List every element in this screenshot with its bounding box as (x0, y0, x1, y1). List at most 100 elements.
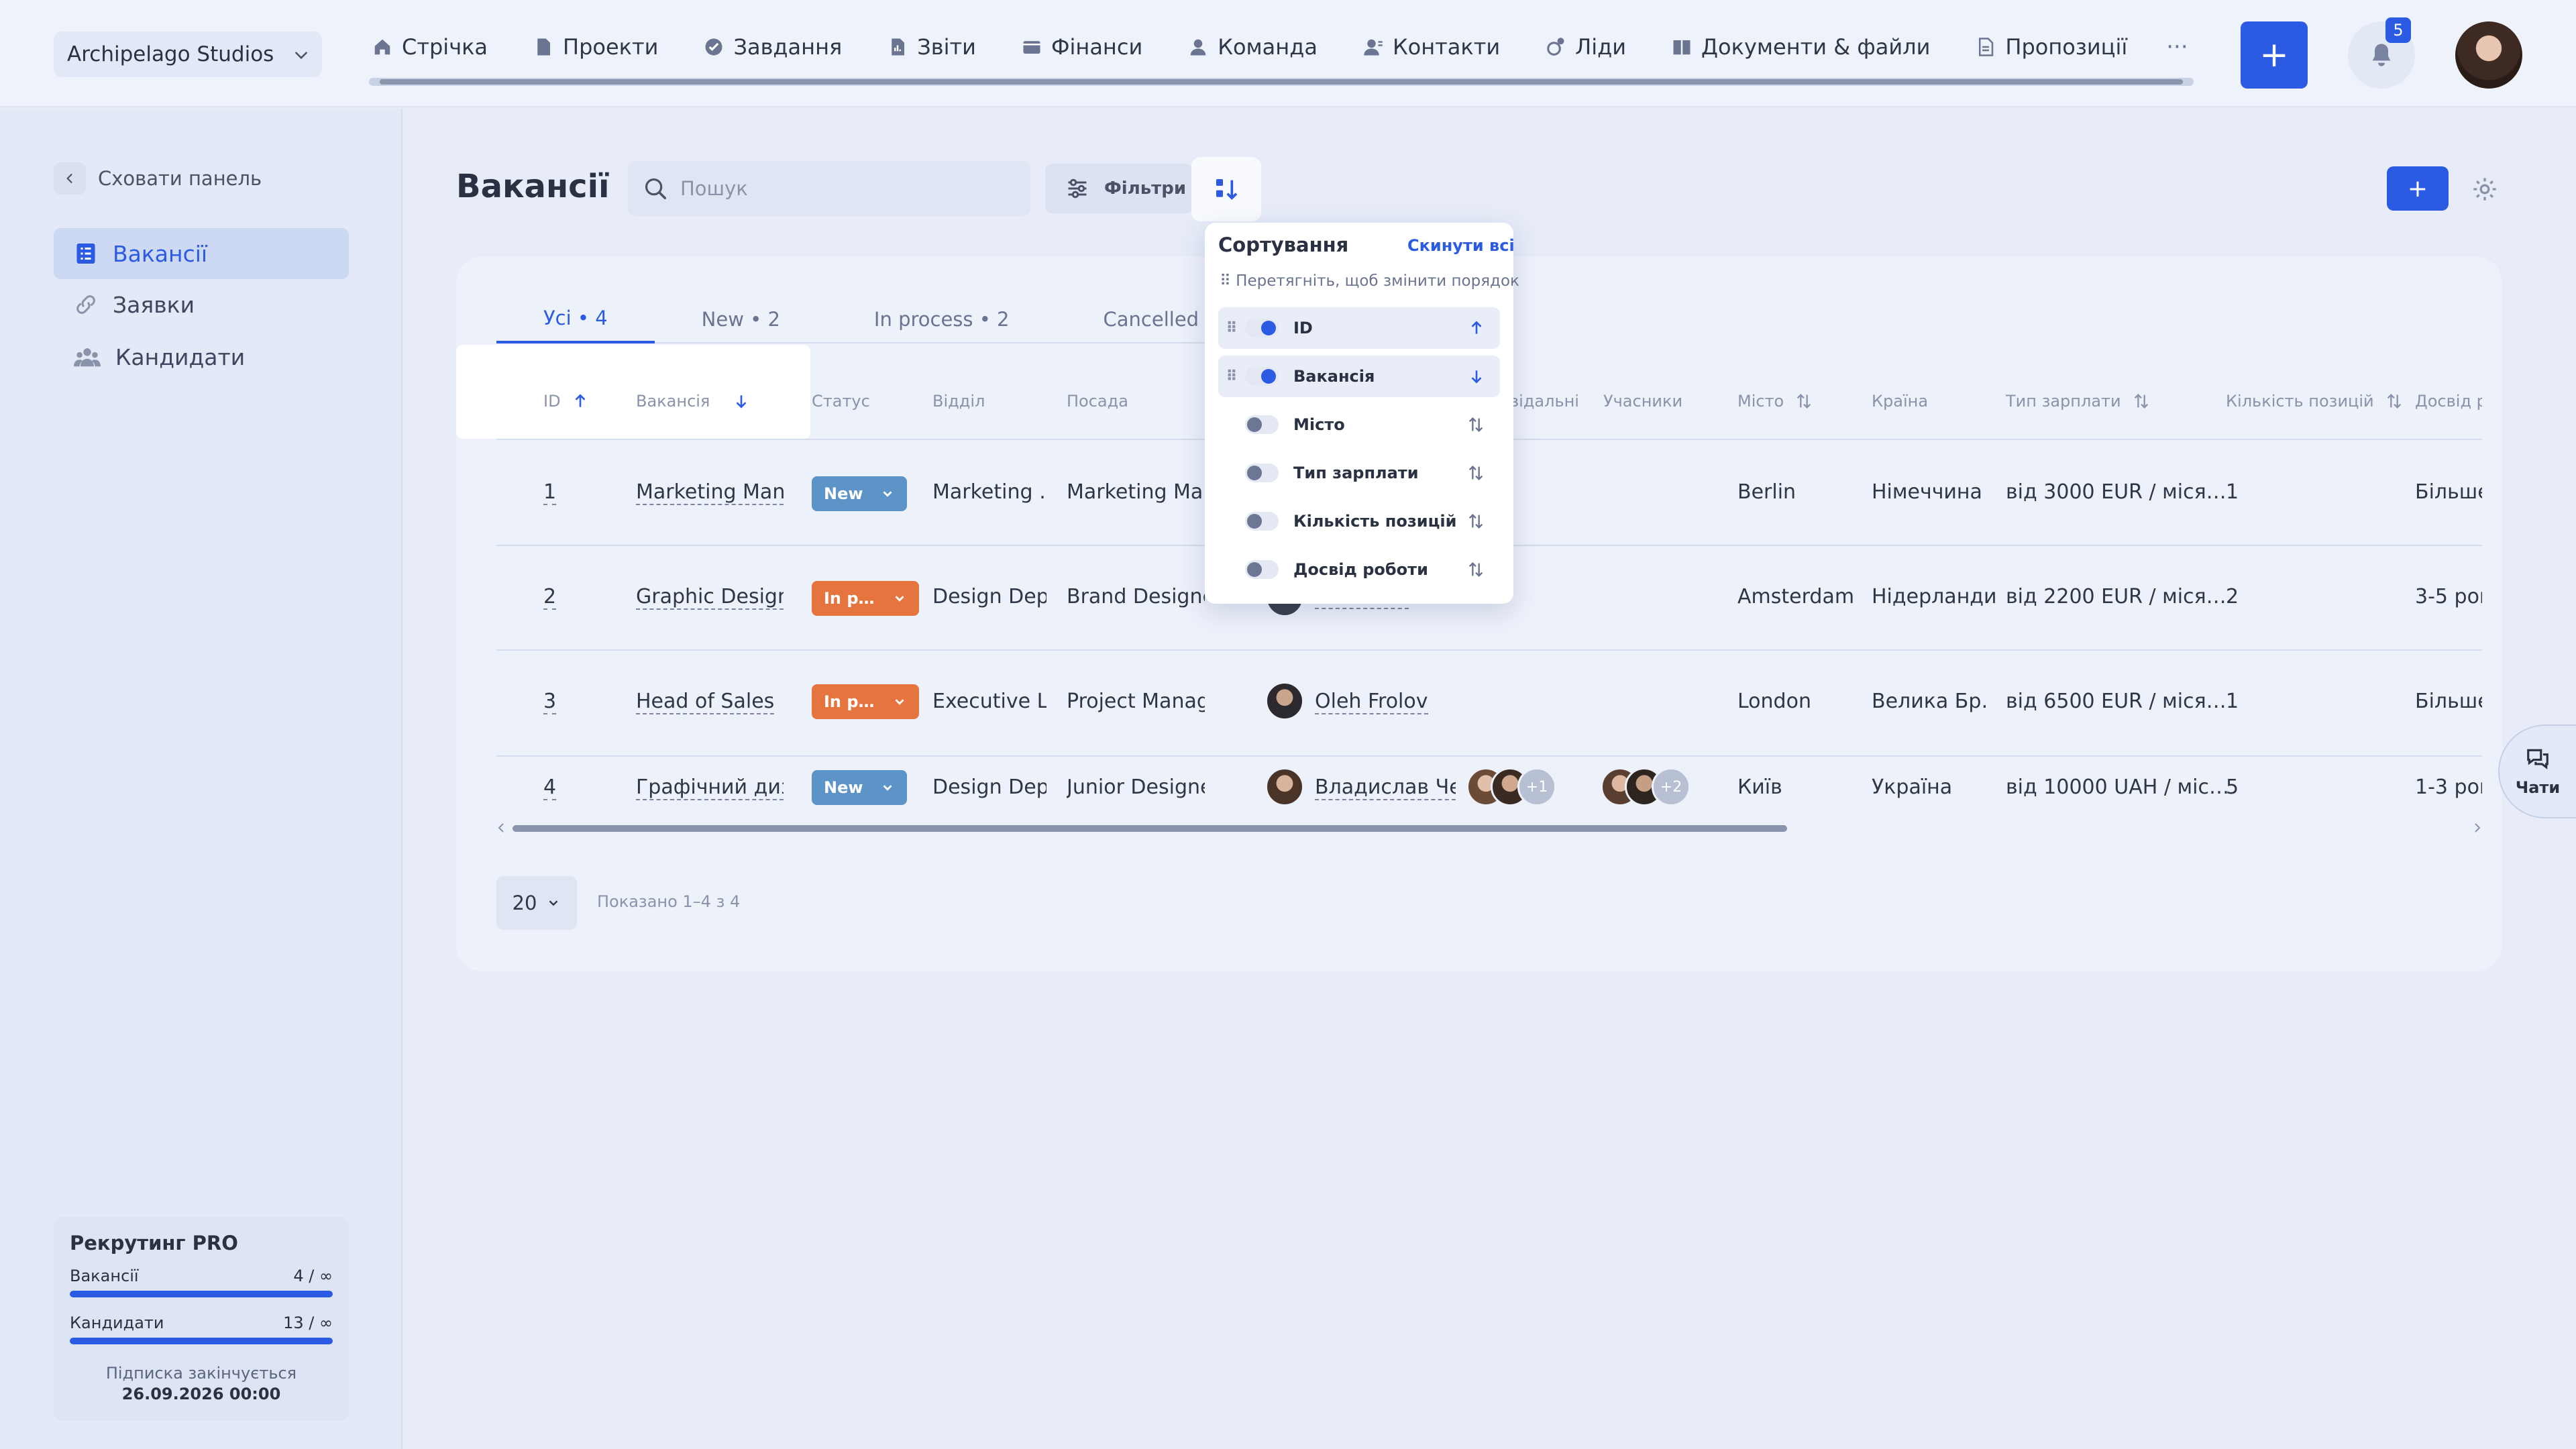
sort-arrows-icon[interactable] (1466, 560, 1485, 579)
search-icon (645, 178, 666, 199)
responsible-link[interactable]: Oleh Frolov (1315, 690, 1428, 714)
drag-handle-icon[interactable]: ⠿ (1218, 368, 1245, 385)
wallet-icon (1023, 41, 1040, 54)
vacancy-link[interactable]: Marketing Man… (636, 480, 784, 505)
nav-item-leads[interactable]: Ліди (1546, 34, 1626, 60)
responsible-link[interactable] (1315, 608, 1409, 609)
sort-item-vacancy[interactable]: ⠿ Вакансія (1218, 356, 1500, 397)
sidebar-item-vacancies[interactable]: Вакансії (54, 228, 349, 279)
more-responsible-count[interactable]: +1 (1517, 767, 1556, 806)
vacancy-link[interactable]: Graphic Design… (636, 585, 784, 610)
column-header-members[interactable]: Учасники (1603, 392, 1682, 411)
chats-button[interactable]: Чати (2498, 724, 2576, 818)
arrow-down-icon (736, 395, 747, 409)
link-icon (76, 295, 95, 314)
workspace-selector[interactable]: Archipelago Studios (54, 32, 322, 77)
chevron-down-icon (883, 491, 892, 497)
sidebar-item-candidates[interactable]: Кандидати (54, 331, 349, 382)
add-vacancy-button[interactable]: + (2387, 166, 2449, 211)
column-header-city[interactable]: Місто (1737, 392, 1813, 411)
row-divider (496, 755, 2482, 757)
arrow-up-icon[interactable] (1468, 319, 1485, 337)
sorted-columns-highlight (456, 345, 810, 439)
user-avatar[interactable] (2455, 21, 2522, 89)
sort-toggle[interactable] (1245, 464, 1279, 482)
row-id[interactable]: 3 (543, 690, 557, 714)
nav-item-feed[interactable]: Стрічка (372, 34, 488, 60)
position-cell: Junior Designer (1067, 775, 1205, 799)
sort-arrows-icon[interactable] (1466, 464, 1485, 482)
column-header-status[interactable]: Статус (812, 392, 870, 411)
drag-handle-icon[interactable]: ⠿ (1218, 320, 1245, 337)
table-scrollbar-thumb[interactable] (513, 825, 1787, 832)
column-header-vacancy[interactable]: Вакансія (636, 392, 750, 411)
status-badge[interactable]: New (812, 476, 907, 511)
chevron-down-icon (895, 596, 904, 602)
vacancy-link[interactable]: Графічний диз… (636, 775, 784, 800)
chevron-down-icon (883, 785, 892, 791)
responsible-link[interactable]: Владислав Че… (1315, 775, 1456, 800)
salary-cell: від 3000 EUR / міся… (2006, 480, 2226, 504)
nav-item-documents[interactable]: Документи & файли (1672, 34, 1930, 60)
column-header-responsible[interactable]: відальні (1509, 392, 1579, 411)
column-header-position[interactable]: Посада (1067, 392, 1128, 411)
tab-new[interactable]: New • 2 (655, 295, 827, 343)
sort-item-salary-type[interactable]: Тип зарплати (1218, 452, 1500, 494)
status-tabs: Усі • 4 New • 2 In process • 2 Cancelled (496, 295, 1246, 343)
column-header-id[interactable]: ID (543, 392, 589, 411)
department-cell: Design Dep… (932, 585, 1046, 608)
nav-item-team[interactable]: Команда (1188, 34, 1318, 60)
status-badge[interactable]: In p… (812, 581, 919, 616)
sort-arrows-icon[interactable] (1466, 512, 1485, 531)
sort-arrows-icon[interactable] (1466, 415, 1485, 434)
sort-toggle[interactable] (1245, 319, 1279, 337)
plan-card: Рекрутинг PRO Вакансії 4 / ∞ Кандидати 13 … (54, 1217, 349, 1421)
status-badge[interactable]: In p… (812, 684, 919, 719)
column-header-salary-type[interactable]: Тип зарплати (2006, 392, 2151, 411)
sort-popup-title: Сортування (1218, 233, 1349, 256)
column-header-positions-count[interactable]: Кількість позицій (2226, 392, 2404, 411)
column-header-department[interactable]: Відділ (932, 392, 985, 411)
row-id[interactable]: 1 (543, 480, 557, 505)
sort-button[interactable] (1191, 157, 1261, 221)
column-header-experience[interactable]: Досвід р (2415, 392, 2482, 411)
nav-item-tasks[interactable]: Завдання (704, 34, 842, 60)
more-members-count[interactable]: +2 (1652, 767, 1690, 806)
sort-item-experience[interactable]: Досвід роботи (1218, 549, 1500, 590)
status-badge[interactable]: New (812, 770, 907, 805)
filters-button[interactable]: Фільтри (1045, 164, 1193, 213)
sort-toggle[interactable] (1245, 512, 1279, 531)
vacancy-link[interactable]: Head of Sales (636, 690, 775, 714)
nav-more-button[interactable]: ··· (2166, 34, 2188, 60)
nav-item-projects[interactable]: Проекти (533, 34, 658, 60)
sort-toggle[interactable] (1245, 415, 1279, 434)
sort-toggle[interactable] (1245, 560, 1279, 579)
tab-all[interactable]: Усі • 4 (496, 295, 655, 343)
search-input[interactable]: Пошук (628, 161, 1030, 216)
row-id[interactable]: 4 (543, 775, 557, 800)
per-page-select[interactable]: 20 (496, 876, 577, 930)
sort-arrows-icon (2134, 394, 2148, 409)
sort-toggle[interactable] (1245, 367, 1279, 386)
nav-item-contacts[interactable]: Контакти (1363, 34, 1500, 60)
sidebar-item-applications[interactable]: Заявки (54, 279, 349, 330)
positions-count-cell: 1 (2226, 480, 2239, 504)
hide-panel-button[interactable]: Сховати панель (54, 162, 262, 195)
column-header-country[interactable]: Країна (1872, 392, 1928, 411)
sort-item-city[interactable]: Місто (1218, 404, 1500, 445)
tab-in-process[interactable]: In process • 2 (827, 295, 1057, 343)
nav-item-reports[interactable]: Звіти (888, 34, 976, 60)
document-icon (537, 38, 551, 56)
global-add-button[interactable]: + (2241, 21, 2308, 89)
nav-item-proposals[interactable]: Пропозиції (1976, 34, 2127, 60)
arrow-up-icon (575, 394, 585, 407)
sort-item-id[interactable]: ⠿ ID (1218, 307, 1500, 349)
sort-item-positions-count[interactable]: Кількість позицій (1218, 500, 1500, 542)
salary-cell: від 2200 EUR / міся… (2006, 585, 2226, 608)
nav-item-finance[interactable]: Фінанси (1022, 34, 1142, 60)
reset-sort-button[interactable]: Скинути всі (1407, 236, 1515, 255)
arrow-down-icon[interactable] (1468, 368, 1485, 385)
nav-scrollbar-thumb[interactable] (380, 79, 2183, 85)
table-settings-button[interactable] (2469, 173, 2501, 205)
row-id[interactable]: 2 (543, 585, 557, 610)
